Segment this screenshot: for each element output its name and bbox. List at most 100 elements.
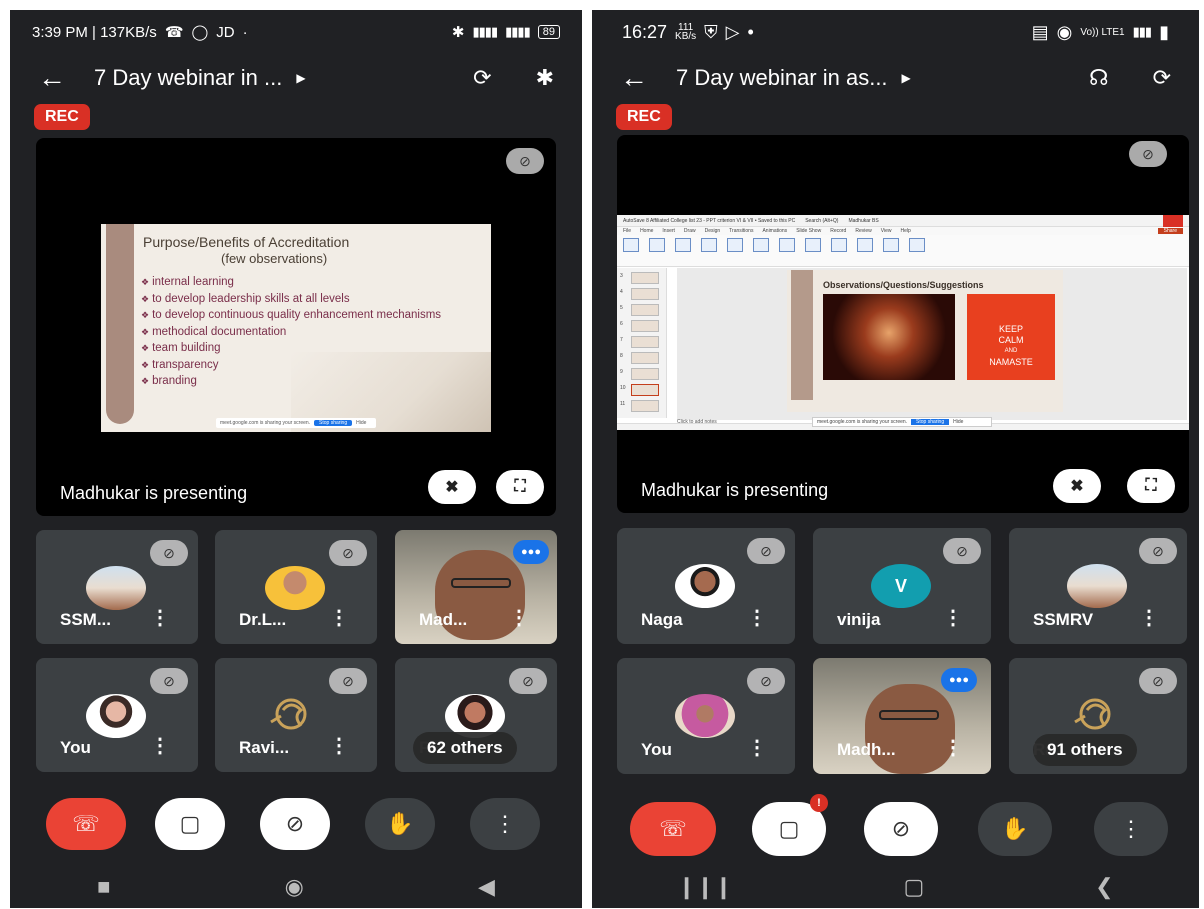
recents-icon[interactable]: ❙❙❙: [677, 874, 732, 900]
slide-thumbnail-active: [631, 384, 659, 396]
mic-off-icon: ⊘: [943, 538, 981, 564]
more-vert-icon[interactable]: ⋮: [943, 735, 963, 760]
participant-name: SSM...: [60, 610, 112, 629]
slide-thumbnail: [631, 336, 659, 348]
poster-line: NAMASTE: [989, 357, 1033, 367]
mic-off-button[interactable]: ⊘: [864, 802, 938, 856]
ppt-menu-item: Help: [900, 228, 911, 234]
ppt-thumbnail-pane: 3 4 5 6 7 8 9 10 11: [617, 268, 667, 418]
ppt-menu-item: Record: [830, 228, 847, 234]
thumb-number: 9: [620, 369, 623, 375]
others-count[interactable]: 62 others: [413, 732, 517, 764]
end-call-button[interactable]: ☏: [630, 802, 716, 856]
ppt-menu-item: Insert: [662, 228, 675, 234]
ppt-ribbon: [617, 235, 1189, 267]
more-vert-icon[interactable]: ⋮: [943, 605, 963, 630]
raise-hand-icon[interactable]: ✋: [365, 798, 435, 850]
mic-off-icon: ⊘: [329, 540, 367, 566]
thumb-row: 3: [617, 268, 666, 284]
meeting-title[interactable]: 7 Day webinar in as...: [676, 65, 888, 91]
participant-tile[interactable]: ⊘ Naga ⋮: [617, 528, 795, 644]
more-vert-icon[interactable]: ⋮: [1094, 802, 1168, 856]
participant-tile[interactable]: ⊘ You ⋮: [36, 658, 198, 772]
meeting-title[interactable]: 7 Day webinar in ...: [94, 65, 282, 91]
stop-sharing-button[interactable]: Stop sharing: [911, 419, 950, 425]
location-icon: ◉: [1056, 21, 1073, 42]
participant-video-tile[interactable]: ●●● Madh... ⋮: [813, 658, 991, 774]
participant-tile[interactable]: ⊘ V vinija ⋮: [813, 528, 991, 644]
switch-camera-icon[interactable]: ⟳: [473, 65, 491, 91]
participant-video-tile[interactable]: ●●● Mad... ⋮: [395, 530, 557, 644]
slide-title: Purpose/Benefits of Accreditation: [143, 234, 350, 250]
participant-tile[interactable]: ⊘ Ravi... ⋮: [215, 658, 377, 772]
mic-off-icon: ⊘: [150, 668, 188, 694]
status-time-speed: 3:39 PM | 137KB/s: [32, 23, 157, 41]
more-vert-icon[interactable]: ⋮: [470, 798, 540, 850]
caret-right-icon[interactable]: ▶: [902, 71, 911, 85]
mic-off-icon: ⊘: [509, 668, 547, 694]
thumb-row: 6: [617, 316, 666, 332]
more-vert-icon[interactable]: ⋮: [1139, 605, 1159, 630]
battery-icon: ▮: [1159, 21, 1169, 42]
ribbon-button-icon: [649, 238, 665, 252]
mic-off-button[interactable]: ⊘: [260, 798, 330, 850]
home-icon[interactable]: ▢: [904, 874, 925, 900]
arrow-back-icon[interactable]: ←: [38, 62, 94, 94]
mic-off-icon: ⊘: [150, 540, 188, 566]
video-glasses: [451, 578, 511, 588]
arrow-back-icon[interactable]: ←: [620, 62, 676, 94]
slide-subtitle: (few observations): [221, 251, 328, 266]
thumb-number: 8: [620, 353, 623, 359]
bluetooth-audio-icon[interactable]: ✱: [536, 65, 554, 91]
camera-off-icon[interactable]: ▢: [155, 798, 225, 850]
more-vert-icon[interactable]: ⋮: [150, 733, 170, 758]
home-icon[interactable]: ◉: [285, 874, 304, 900]
ribbon-button-icon: [909, 238, 925, 252]
video-face: [865, 684, 955, 774]
recents-icon[interactable]: ■: [97, 874, 110, 900]
whatsapp-icon: ☎: [164, 24, 184, 41]
caret-right-icon[interactable]: ▶: [296, 71, 305, 85]
recording-badge: REC: [616, 104, 672, 130]
participant-tile[interactable]: ⊘ P 62 others: [395, 658, 557, 772]
status-speed: 111 KB/s: [675, 23, 696, 42]
hide-button[interactable]: Hide: [953, 419, 963, 425]
headphones-icon[interactable]: ☊: [1089, 65, 1109, 91]
presentation-stage: ⊘ Purpose/Benefits of Accreditation (few…: [36, 138, 556, 516]
slide-thumbnail: [631, 368, 659, 380]
raise-hand-icon[interactable]: ✋: [978, 802, 1052, 856]
more-vert-icon[interactable]: ⋮: [329, 733, 349, 758]
ribbon-button-icon: [883, 238, 899, 252]
fullscreen-icon[interactable]: ⛶: [496, 470, 544, 504]
participant-tile[interactable]: ⊘ Ra 91 others: [1009, 658, 1187, 774]
switch-camera-icon[interactable]: ⟳: [1153, 65, 1171, 91]
back-nav-icon[interactable]: ◀: [478, 874, 495, 900]
thumb-number: 6: [620, 321, 623, 327]
more-vert-icon[interactable]: ⋮: [747, 735, 767, 760]
participant-tile[interactable]: ⊘ SSM... ⋮: [36, 530, 198, 644]
participant-tile[interactable]: ⊘ Dr.L... ⋮: [215, 530, 377, 644]
unpin-icon[interactable]: ✖: [1053, 469, 1101, 503]
more-vert-icon[interactable]: ⋮: [509, 605, 529, 630]
more-vert-icon[interactable]: ⋮: [329, 605, 349, 630]
thumb-number: 4: [620, 289, 623, 295]
fullscreen-icon[interactable]: ⛶: [1127, 469, 1175, 503]
stop-sharing-button[interactable]: Stop sharing: [314, 420, 353, 426]
more-vert-icon[interactable]: ⋮: [747, 605, 767, 630]
mic-off-icon: ⊘: [747, 538, 785, 564]
system-nav-bar: ❙❙❙ ▢ ❮: [592, 866, 1199, 908]
others-count[interactable]: 91 others: [1033, 734, 1137, 766]
participant-tile[interactable]: ⊘ You ⋮: [617, 658, 795, 774]
participant-tile[interactable]: ⊘ SSMRV ⋮: [1009, 528, 1187, 644]
ppt-menu-item: Review: [855, 228, 872, 234]
status-extras: JD: [216, 23, 235, 41]
powerpoint-window: AutoSave 8 Affiliated College list 23 - …: [617, 215, 1189, 430]
unpin-icon[interactable]: ✖: [428, 470, 476, 504]
mic-off-icon: ⊘: [1139, 668, 1177, 694]
screen-share-bar: meet.google.com is sharing your screen. …: [216, 418, 376, 428]
more-vert-icon[interactable]: ⋮: [150, 605, 170, 630]
hide-button[interactable]: Hide: [356, 420, 366, 426]
ribbon-button-icon: [857, 238, 873, 252]
back-nav-icon[interactable]: ❮: [1095, 874, 1113, 900]
end-call-button[interactable]: ☏: [46, 798, 126, 850]
